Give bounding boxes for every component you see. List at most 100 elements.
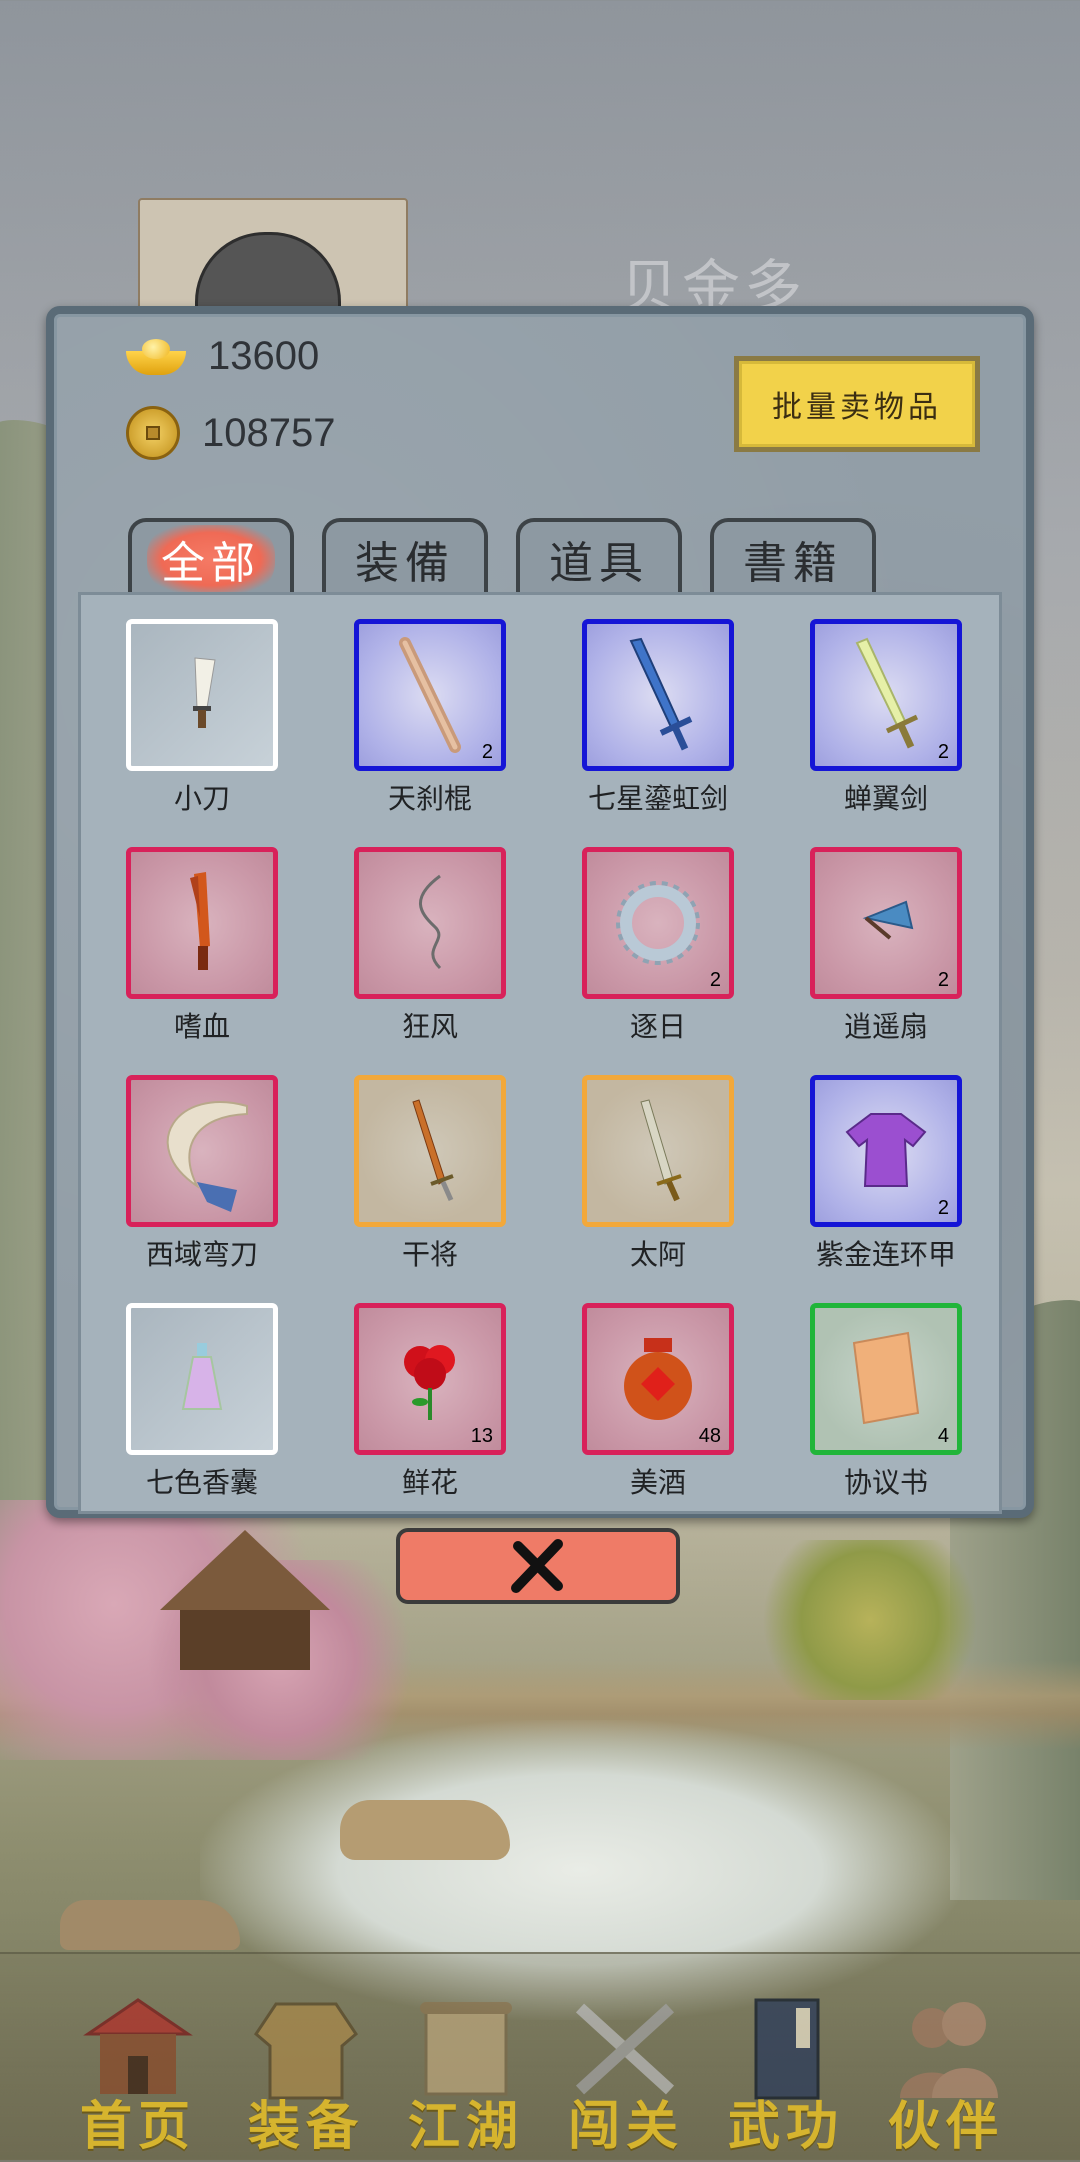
item-count: 2 [709,969,721,991]
inventory-item[interactable]: 4 协议书 [765,1293,993,1513]
fan-icon [862,900,914,940]
ingot-row: 13600 [126,334,319,379]
inventory-item[interactable]: 西域弯刀 [81,1065,309,1285]
sachet-icon [181,1343,223,1410]
nav-label: 装备 [247,2096,364,2157]
item-name: 狂风 [401,1010,458,1043]
item-slot[interactable] [582,1075,734,1227]
rose-icon [404,1345,455,1420]
item-slot[interactable] [126,619,278,771]
item-count: 4 [937,1425,949,1447]
item-name: 鲜花 [401,1466,458,1499]
pale-sword-icon [855,637,919,749]
item-slot[interactable] [354,847,506,999]
item-slot[interactable]: 13 [354,1303,506,1455]
inventory-item[interactable]: 2 逐日 [537,837,765,1057]
contract-icon [852,1331,920,1425]
item-slot[interactable]: 2 [810,1075,962,1227]
item-name: 逍遥扇 [843,1010,928,1043]
inventory-item[interactable]: 2 天刹棍 [309,609,537,829]
item-name: 小刀 [173,782,230,815]
inventory-item[interactable]: 干将 [309,1065,537,1285]
item-slot[interactable]: 48 [582,1303,734,1455]
inventory-item[interactable]: 13 鲜花 [309,1293,537,1513]
inventory-item[interactable]: 小刀 [81,609,309,829]
nav-home[interactable]: 首页 [58,1984,218,2157]
nav-equipment[interactable]: 装备 [226,1984,386,2157]
tab-items[interactable]: 道具 [516,518,682,596]
category-tabs: 全部 装備 道具 書籍 [128,518,876,596]
wine-jar-icon [624,1338,692,1420]
inventory-modal: 13600 108757 批量卖物品 全部 装備 道具 書籍 小刀 2 天刹棍 … [46,306,1034,1518]
tab-books[interactable]: 書籍 [710,518,876,596]
staff-icon [399,637,461,753]
inventory-item[interactable]: 七色香囊 [81,1293,309,1513]
item-count: 2 [937,1197,949,1219]
inventory-item[interactable]: 七星鎏虹剑 [537,609,765,829]
tab-label: 全部 [147,525,275,593]
item-name: 紫金连环甲 [815,1238,956,1271]
hero-portrait [138,198,408,322]
item-count: 48 [698,1425,721,1447]
nav-jianghu[interactable]: 江湖 [386,1984,546,2157]
close-icon [511,1539,563,1593]
nav-label: 江湖 [407,2096,524,2157]
item-name: 逐日 [629,1010,686,1043]
nav-label: 闯关 [567,2096,684,2157]
item-slot[interactable]: 2 [354,619,506,771]
tab-equipment[interactable]: 装備 [322,518,488,596]
item-slot[interactable]: 4 [810,1303,962,1455]
item-count: 2 [937,741,949,763]
tab-all[interactable]: 全部 [128,518,294,596]
item-name: 天刹棍 [387,782,472,815]
close-button[interactable] [396,1528,680,1604]
item-count: 2 [481,741,493,763]
item-name: 太阿 [629,1238,686,1271]
item-slot[interactable] [126,1075,278,1227]
item-name: 美酒 [629,1466,686,1499]
blue-sword-icon [629,637,693,751]
inventory-item[interactable]: 2 蝉翼剑 [765,609,993,829]
scimitar-icon [166,1101,248,1212]
item-slot[interactable]: 2 [582,847,734,999]
gold-ingot-icon [126,337,186,377]
armor-icon [845,1113,927,1187]
inventory-item[interactable]: 2 逍遥扇 [765,837,993,1057]
copper-coin-icon [126,406,180,460]
tab-label: 装備 [355,538,455,589]
item-slot[interactable]: 2 [810,847,962,999]
item-name: 七星鎏虹剑 [587,782,728,815]
nav-label: 伙伴 [887,2096,1004,2157]
tab-label: 書籍 [743,538,843,589]
item-name: 干将 [401,1238,458,1271]
item-grid: 小刀 2 天刹棍 七星鎏虹剑 2 蝉翼剑 嗜血 狂风 2 逐日 2 逍遥扇 西域… [78,592,1002,1514]
inventory-item[interactable]: 太阿 [537,1065,765,1285]
inventory-item[interactable]: 狂风 [309,837,537,1057]
whip-icon [419,874,442,970]
item-name: 西域弯刀 [145,1238,258,1271]
nav-partners[interactable]: 伙伴 [866,1984,1026,2157]
blood-blade-icon [190,872,210,970]
item-slot[interactable] [582,619,734,771]
inventory-item[interactable]: 嗜血 [81,837,309,1057]
background-bush [740,1540,1000,1700]
item-name: 蝉翼剑 [843,782,928,815]
tab-label: 道具 [549,538,649,589]
coin-amount: 108757 [202,410,336,455]
ingot-amount: 13600 [208,334,320,378]
item-count: 13 [470,1425,493,1447]
item-slot[interactable] [354,1075,506,1227]
background-rock [60,1900,240,1950]
sword-icon [412,1099,454,1202]
item-slot[interactable] [126,1303,278,1455]
item-slot[interactable] [126,847,278,999]
nav-martial-arts[interactable]: 武功 [706,1984,866,2157]
sun-ring-icon [616,881,700,965]
nav-label: 武功 [727,2096,844,2157]
sword-icon [640,1099,682,1202]
inventory-item[interactable]: 2 紫金连环甲 [765,1065,993,1285]
bulk-sell-button[interactable]: 批量卖物品 [734,356,980,452]
item-slot[interactable]: 2 [810,619,962,771]
nav-challenge[interactable]: 闯关 [546,1984,706,2157]
inventory-item[interactable]: 48 美酒 [537,1293,765,1513]
